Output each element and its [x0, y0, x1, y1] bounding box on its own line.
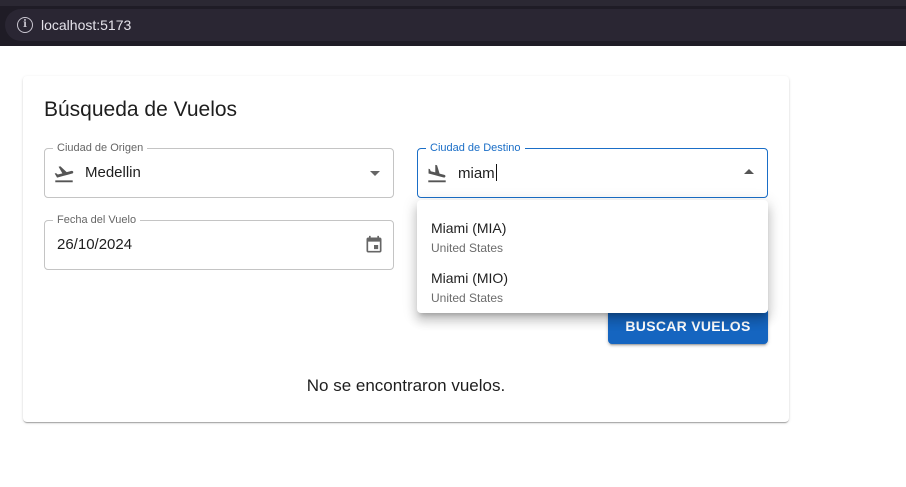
flight-date-value[interactable]: 26/10/2024 — [57, 236, 132, 253]
no-results-message: No se encontraron vuelos. — [306, 376, 506, 395]
suggestion-city: Miami (MIO) — [431, 270, 508, 286]
chevron-down-icon[interactable] — [370, 171, 380, 176]
destination-city-input[interactable]: miam — [458, 164, 497, 182]
search-flights-button[interactable]: BUSCAR VUELOS — [608, 308, 768, 344]
flight-land-icon — [428, 164, 446, 183]
flight-takeoff-icon — [54, 166, 74, 183]
suggestion-country: United States — [431, 291, 504, 305]
calendar-icon[interactable] — [364, 235, 384, 255]
page-title: Búsqueda de Vuelos — [44, 98, 238, 121]
site-info-icon[interactable]: i — [17, 17, 33, 33]
text-caret — [495, 164, 497, 181]
origin-city-field[interactable]: Ciudad de Origen Medellin — [44, 141, 394, 198]
origin-city-label: Ciudad de Origen — [53, 141, 148, 155]
chevron-up-icon[interactable] — [744, 169, 754, 174]
suggestion-city: Miami (MIA) — [431, 220, 507, 236]
suggestion-option[interactable]: Miami (MIA) United States — [417, 208, 768, 258]
origin-city-value[interactable]: Medellin — [85, 164, 141, 181]
flight-date-label: Fecha del Vuelo — [53, 213, 141, 227]
flight-date-field[interactable]: Fecha del Vuelo 26/10/2024 — [44, 213, 394, 270]
browser-toolbar: i localhost:5173 — [0, 0, 906, 46]
suggestion-option[interactable]: Miami (MIO) United States — [417, 258, 768, 308]
url-text[interactable]: localhost:5173 — [41, 17, 131, 33]
destination-suggestions-list: Miami (MIA) United States Miami (MIO) Un… — [417, 200, 768, 313]
suggestion-country: United States — [431, 241, 504, 255]
address-bar[interactable]: i localhost:5173 — [5, 9, 906, 41]
destination-city-field[interactable]: Ciudad de Destino miam — [417, 141, 768, 198]
destination-city-label: Ciudad de Destino — [426, 141, 525, 155]
